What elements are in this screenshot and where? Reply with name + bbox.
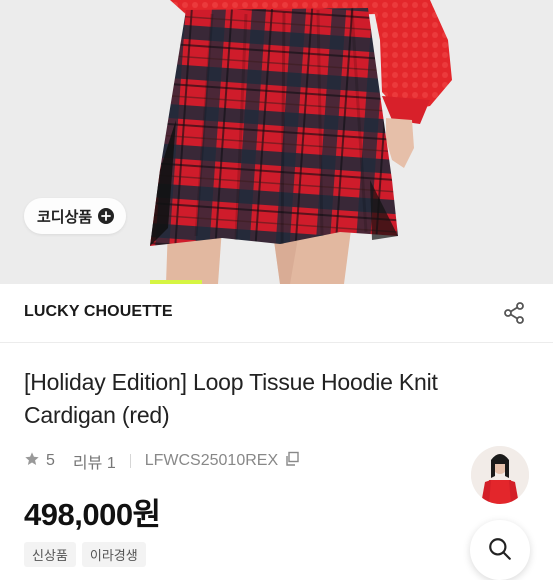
product-hero-image[interactable]: 코디상품 — [0, 0, 553, 284]
review-link[interactable]: 리뷰 1 — [73, 449, 116, 473]
search-icon — [487, 536, 513, 567]
brand-bar: LUCKY CHOUETTE — [0, 284, 553, 343]
model-thumbnail[interactable] — [471, 446, 529, 504]
plus-circle-icon — [98, 208, 115, 224]
review-label: 리뷰 — [72, 455, 103, 472]
model-photo — [0, 0, 553, 284]
brand-name[interactable]: LUCKY CHOUETTE — [24, 303, 173, 321]
tag-second: 이라경생 — [81, 542, 146, 567]
product-title: [Holiday Edition] Loop Tissue Hoodie Kni… — [24, 369, 438, 428]
copy-icon[interactable] — [284, 451, 300, 472]
star-icon — [24, 451, 40, 472]
rating-value: 5 — [46, 452, 55, 469]
meta-divider — [129, 454, 131, 468]
share-icon[interactable] — [502, 301, 526, 330]
review-count: 1 — [106, 455, 116, 472]
search-floating-button[interactable] — [470, 520, 530, 580]
coordinated-items-button[interactable]: 코디상품 — [24, 198, 127, 234]
product-meta: 5 리뷰 1 LFWCS25010REX — [24, 450, 300, 472]
coordinated-items-label: 코디상품 — [37, 208, 93, 226]
tag-new: 신상품 — [24, 542, 76, 567]
product-code: LFWCS25010REX — [144, 452, 279, 469]
product-price: 498,000원 — [24, 497, 161, 532]
product-tags: 신상품 이라경생 — [24, 542, 146, 567]
